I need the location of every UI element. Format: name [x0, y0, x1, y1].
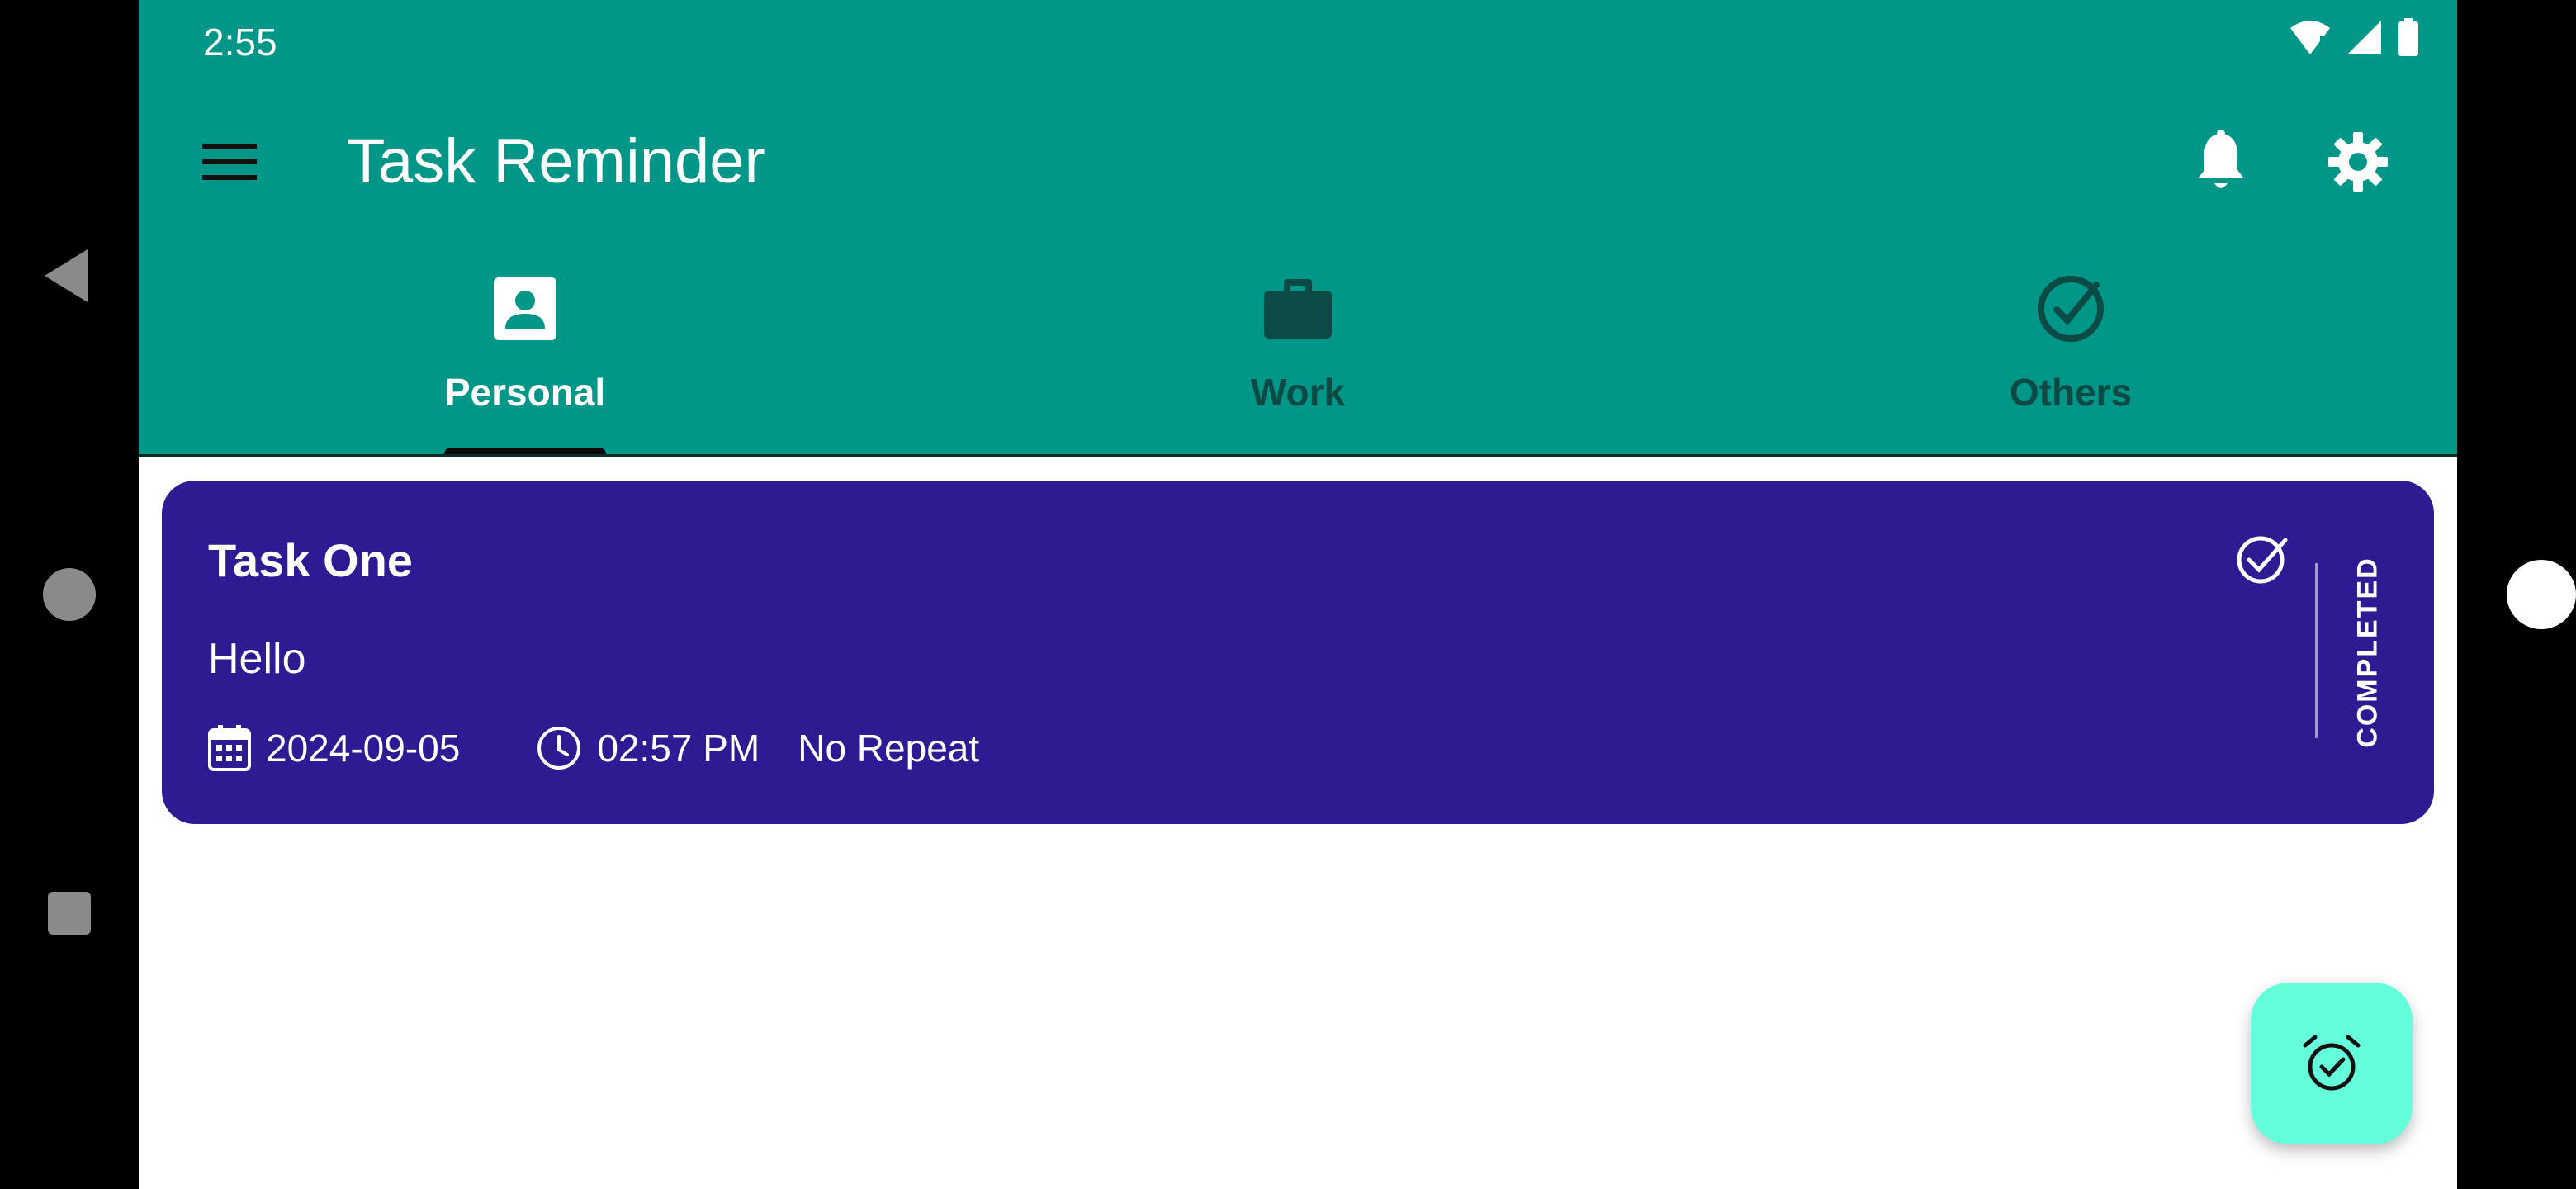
- contact-card-icon: [485, 269, 565, 348]
- notifications-button[interactable]: [2181, 122, 2261, 201]
- tab-others[interactable]: Others: [1684, 239, 2457, 456]
- briefcase-icon: [1258, 269, 1338, 348]
- app-screen: 2:55 Task Reminder Personal Work Others …: [139, 0, 2457, 1189]
- camera-cutout: [2507, 560, 2576, 629]
- task-date-text: 2024-09-05: [266, 727, 461, 770]
- task-status-label: COMPLETED: [2351, 557, 2384, 748]
- back-icon[interactable]: [45, 249, 88, 302]
- add-reminder-fab[interactable]: [2251, 983, 2413, 1144]
- status-time: 2:55: [203, 21, 277, 64]
- task-note: Hello: [208, 635, 306, 683]
- settings-button[interactable]: [2318, 122, 2398, 201]
- system-nav-bar: [0, 0, 139, 1189]
- app-bar: 2:55 Task Reminder Personal Work Others: [139, 0, 2457, 456]
- gear-icon: [2328, 132, 2388, 192]
- home-icon[interactable]: [43, 568, 96, 621]
- task-meta: 2024-09-05 02:57 PM No Repeat: [208, 725, 979, 771]
- tab-personal-label: Personal: [444, 371, 606, 414]
- calendar-icon: [208, 725, 251, 771]
- task-repeat-text: No Repeat: [798, 727, 980, 770]
- menu-icon: [202, 144, 257, 180]
- wifi-alert-icon: [2290, 21, 2330, 54]
- clock-icon: [537, 727, 581, 770]
- menu-button[interactable]: [190, 122, 269, 201]
- task-date: 2024-09-05: [208, 725, 460, 771]
- status-icons: [2289, 18, 2419, 56]
- device-bezel-right: [2457, 0, 2576, 1189]
- check-circle-icon: [2031, 269, 2110, 348]
- recents-icon[interactable]: [48, 892, 91, 935]
- task-time-text: 02:57 PM: [597, 727, 760, 770]
- tabs-divider: [139, 454, 2457, 457]
- tab-personal[interactable]: Personal: [139, 239, 912, 456]
- complete-check-icon[interactable]: [2234, 530, 2290, 586]
- task-repeat: No Repeat: [798, 726, 979, 770]
- task-time: 02:57 PM: [536, 725, 760, 771]
- tab-others-label: Others: [2009, 371, 2133, 414]
- task-card-divider: [2315, 563, 2318, 738]
- task-card[interactable]: Task One Hello 2024-09-05 02:57 PM No Re…: [162, 481, 2434, 824]
- tab-work[interactable]: Work: [912, 239, 1684, 456]
- category-tabs: Personal Work Others: [139, 239, 2457, 456]
- cell-signal-icon: [2348, 21, 2381, 54]
- tab-work-label: Work: [1250, 371, 1346, 414]
- bell-icon: [2198, 130, 2244, 188]
- app-title: Task Reminder: [347, 126, 765, 197]
- alarm-check-icon: [2303, 1035, 2361, 1091]
- task-title: Task One: [208, 534, 413, 586]
- battery-icon: [2398, 18, 2418, 56]
